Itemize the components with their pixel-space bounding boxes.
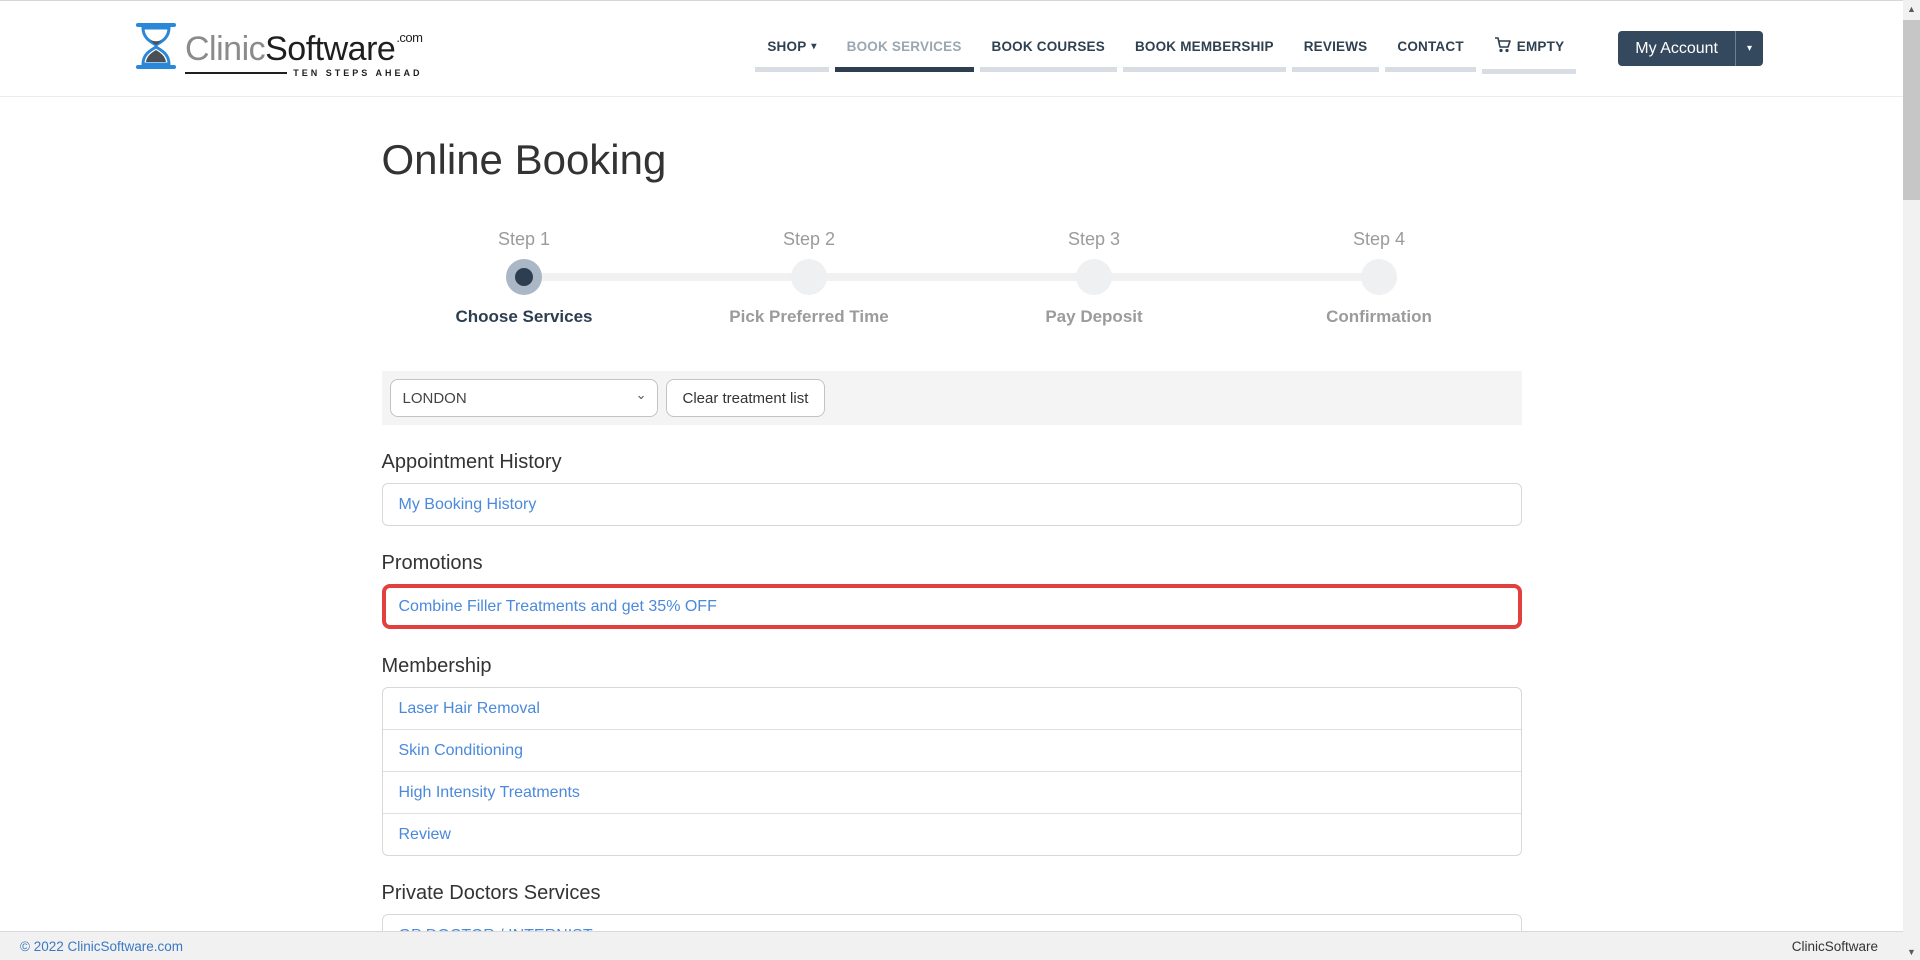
location-select[interactable]: LONDON (390, 379, 658, 417)
location-toolbar: LONDON ⌄ Clear treatment list (382, 371, 1522, 425)
review-link[interactable]: Review (399, 824, 451, 845)
my-account-button[interactable]: My Account ▾ (1618, 31, 1763, 66)
nav-item-book-membership[interactable]: BOOK MEMBERSHIP (1123, 25, 1286, 72)
high-intensity-treatments-link[interactable]: High Intensity Treatments (399, 782, 580, 803)
step-3-circle (1076, 259, 1112, 295)
step-2-circle (791, 259, 827, 295)
scroll-up-arrow-icon[interactable]: ▲ (1903, 0, 1920, 17)
my-booking-history-link[interactable]: My Booking History (399, 494, 537, 515)
page-title: Online Booking (382, 97, 1522, 183)
nav-item-contact[interactable]: CONTACT (1385, 25, 1475, 72)
step-1-choose-services: Step 1 Choose Services (382, 227, 667, 329)
main-nav: SHOP ▾ BOOK SERVICES BOOK COURSES BOOK M… (755, 23, 1576, 74)
main-content: Online Booking Step 1 Choose Services St… (382, 97, 1522, 957)
step-4-circle (1361, 259, 1397, 295)
membership-heading: Membership (382, 653, 1522, 679)
scroll-down-arrow-icon[interactable]: ▼ (1903, 943, 1920, 960)
logo-tagline: TEN STEPS AHEAD (293, 68, 422, 78)
my-account-caret[interactable]: ▾ (1736, 31, 1763, 66)
step-1-circle (506, 259, 542, 295)
hourglass-icon (135, 22, 177, 75)
clear-treatment-list-button[interactable]: Clear treatment list (666, 379, 826, 417)
nav-item-shop[interactable]: SHOP ▾ (755, 25, 828, 72)
nav-item-book-courses[interactable]: BOOK COURSES (980, 25, 1117, 72)
caret-down-icon: ▾ (1747, 43, 1752, 54)
vertical-scrollbar[interactable]: ▲ ▼ (1903, 0, 1920, 960)
step-2-pick-preferred-time: Step 2 Pick Preferred Time (667, 227, 952, 329)
scrollbar-thumb[interactable] (1903, 20, 1920, 200)
header: ClinicSoftware.com TEN STEPS AHEAD SHOP … (0, 1, 1903, 97)
logo-tld: .com (396, 30, 422, 45)
appointment-history-box: My Booking History (382, 483, 1522, 526)
list-item[interactable]: Skin Conditioning (383, 730, 1521, 772)
booking-stepper: Step 1 Choose Services Step 2 Pick Prefe… (382, 227, 1522, 329)
membership-box: Laser Hair Removal Skin Conditioning Hig… (382, 687, 1522, 856)
private-doctors-heading: Private Doctors Services (382, 880, 1522, 906)
appointment-history-heading: Appointment History (382, 449, 1522, 475)
list-item[interactable]: My Booking History (383, 484, 1521, 525)
my-account-label[interactable]: My Account (1618, 31, 1735, 66)
nav-item-book-services[interactable]: BOOK SERVICES (835, 25, 974, 72)
list-item[interactable]: High Intensity Treatments (383, 772, 1521, 814)
nav-item-cart[interactable]: EMPTY (1482, 23, 1577, 74)
promotions-box-highlighted: Combine Filler Treatments and get 35% OF… (382, 584, 1522, 629)
footer: © 2022 ClinicSoftware.com ClinicSoftware (0, 931, 1920, 960)
list-item[interactable]: Review (383, 814, 1521, 855)
list-item[interactable]: Laser Hair Removal (383, 688, 1521, 730)
promotion-filler-link[interactable]: Combine Filler Treatments and get 35% OF… (399, 596, 717, 617)
list-item[interactable]: Combine Filler Treatments and get 35% OF… (386, 588, 1518, 625)
clinicsoftware-logo[interactable]: ClinicSoftware.com TEN STEPS AHEAD (135, 20, 422, 78)
step-4-confirmation: Step 4 Confirmation (1237, 227, 1522, 329)
step-3-pay-deposit: Step 3 Pay Deposit (952, 227, 1237, 329)
caret-down-icon: ▾ (811, 41, 816, 52)
skin-conditioning-link[interactable]: Skin Conditioning (399, 740, 524, 761)
footer-copyright-link[interactable]: © 2022 ClinicSoftware.com (20, 939, 183, 954)
logo-wordmark: ClinicSoftware.com (185, 20, 422, 67)
logo-divider (185, 72, 287, 74)
promotions-heading: Promotions (382, 550, 1522, 576)
cart-icon (1494, 37, 1512, 56)
footer-brand: ClinicSoftware (1792, 939, 1878, 954)
laser-hair-removal-link[interactable]: Laser Hair Removal (399, 698, 540, 719)
nav-item-reviews[interactable]: REVIEWS (1292, 25, 1380, 72)
